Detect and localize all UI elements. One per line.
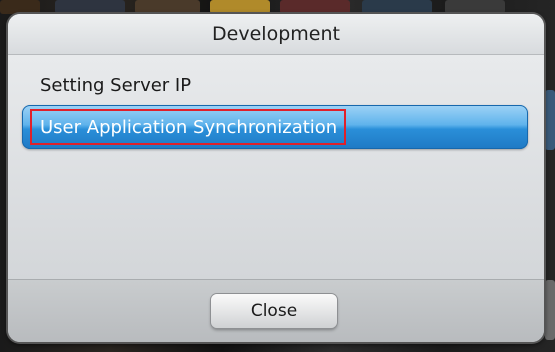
background-thumbnail <box>135 0 200 14</box>
menu-item-label: Setting Server IP <box>40 74 192 96</box>
background-thumbnail <box>280 0 350 14</box>
menu-item-user-application-synchronization[interactable]: User Application Synchronization <box>22 105 528 149</box>
dialog-title-bar: Development <box>8 14 544 55</box>
background-thumbnail <box>0 0 40 14</box>
background-thumbnail <box>362 0 432 14</box>
menu-list: Setting Server IP User Application Synch… <box>8 55 544 279</box>
development-dialog: Development Setting Server IP User Appli… <box>8 14 544 342</box>
background-thumbnail <box>55 0 125 14</box>
dialog-footer: Close <box>8 279 544 342</box>
dialog-title: Development <box>212 23 340 45</box>
close-button[interactable]: Close <box>211 294 337 328</box>
menu-item-label: User Application Synchronization <box>40 116 338 138</box>
background-thumbnail <box>210 0 270 14</box>
background-thumbnail <box>445 0 505 14</box>
background-thumbnail <box>545 90 555 150</box>
background-thumbnail <box>545 280 555 340</box>
menu-item-setting-server-ip[interactable]: Setting Server IP <box>22 63 528 107</box>
